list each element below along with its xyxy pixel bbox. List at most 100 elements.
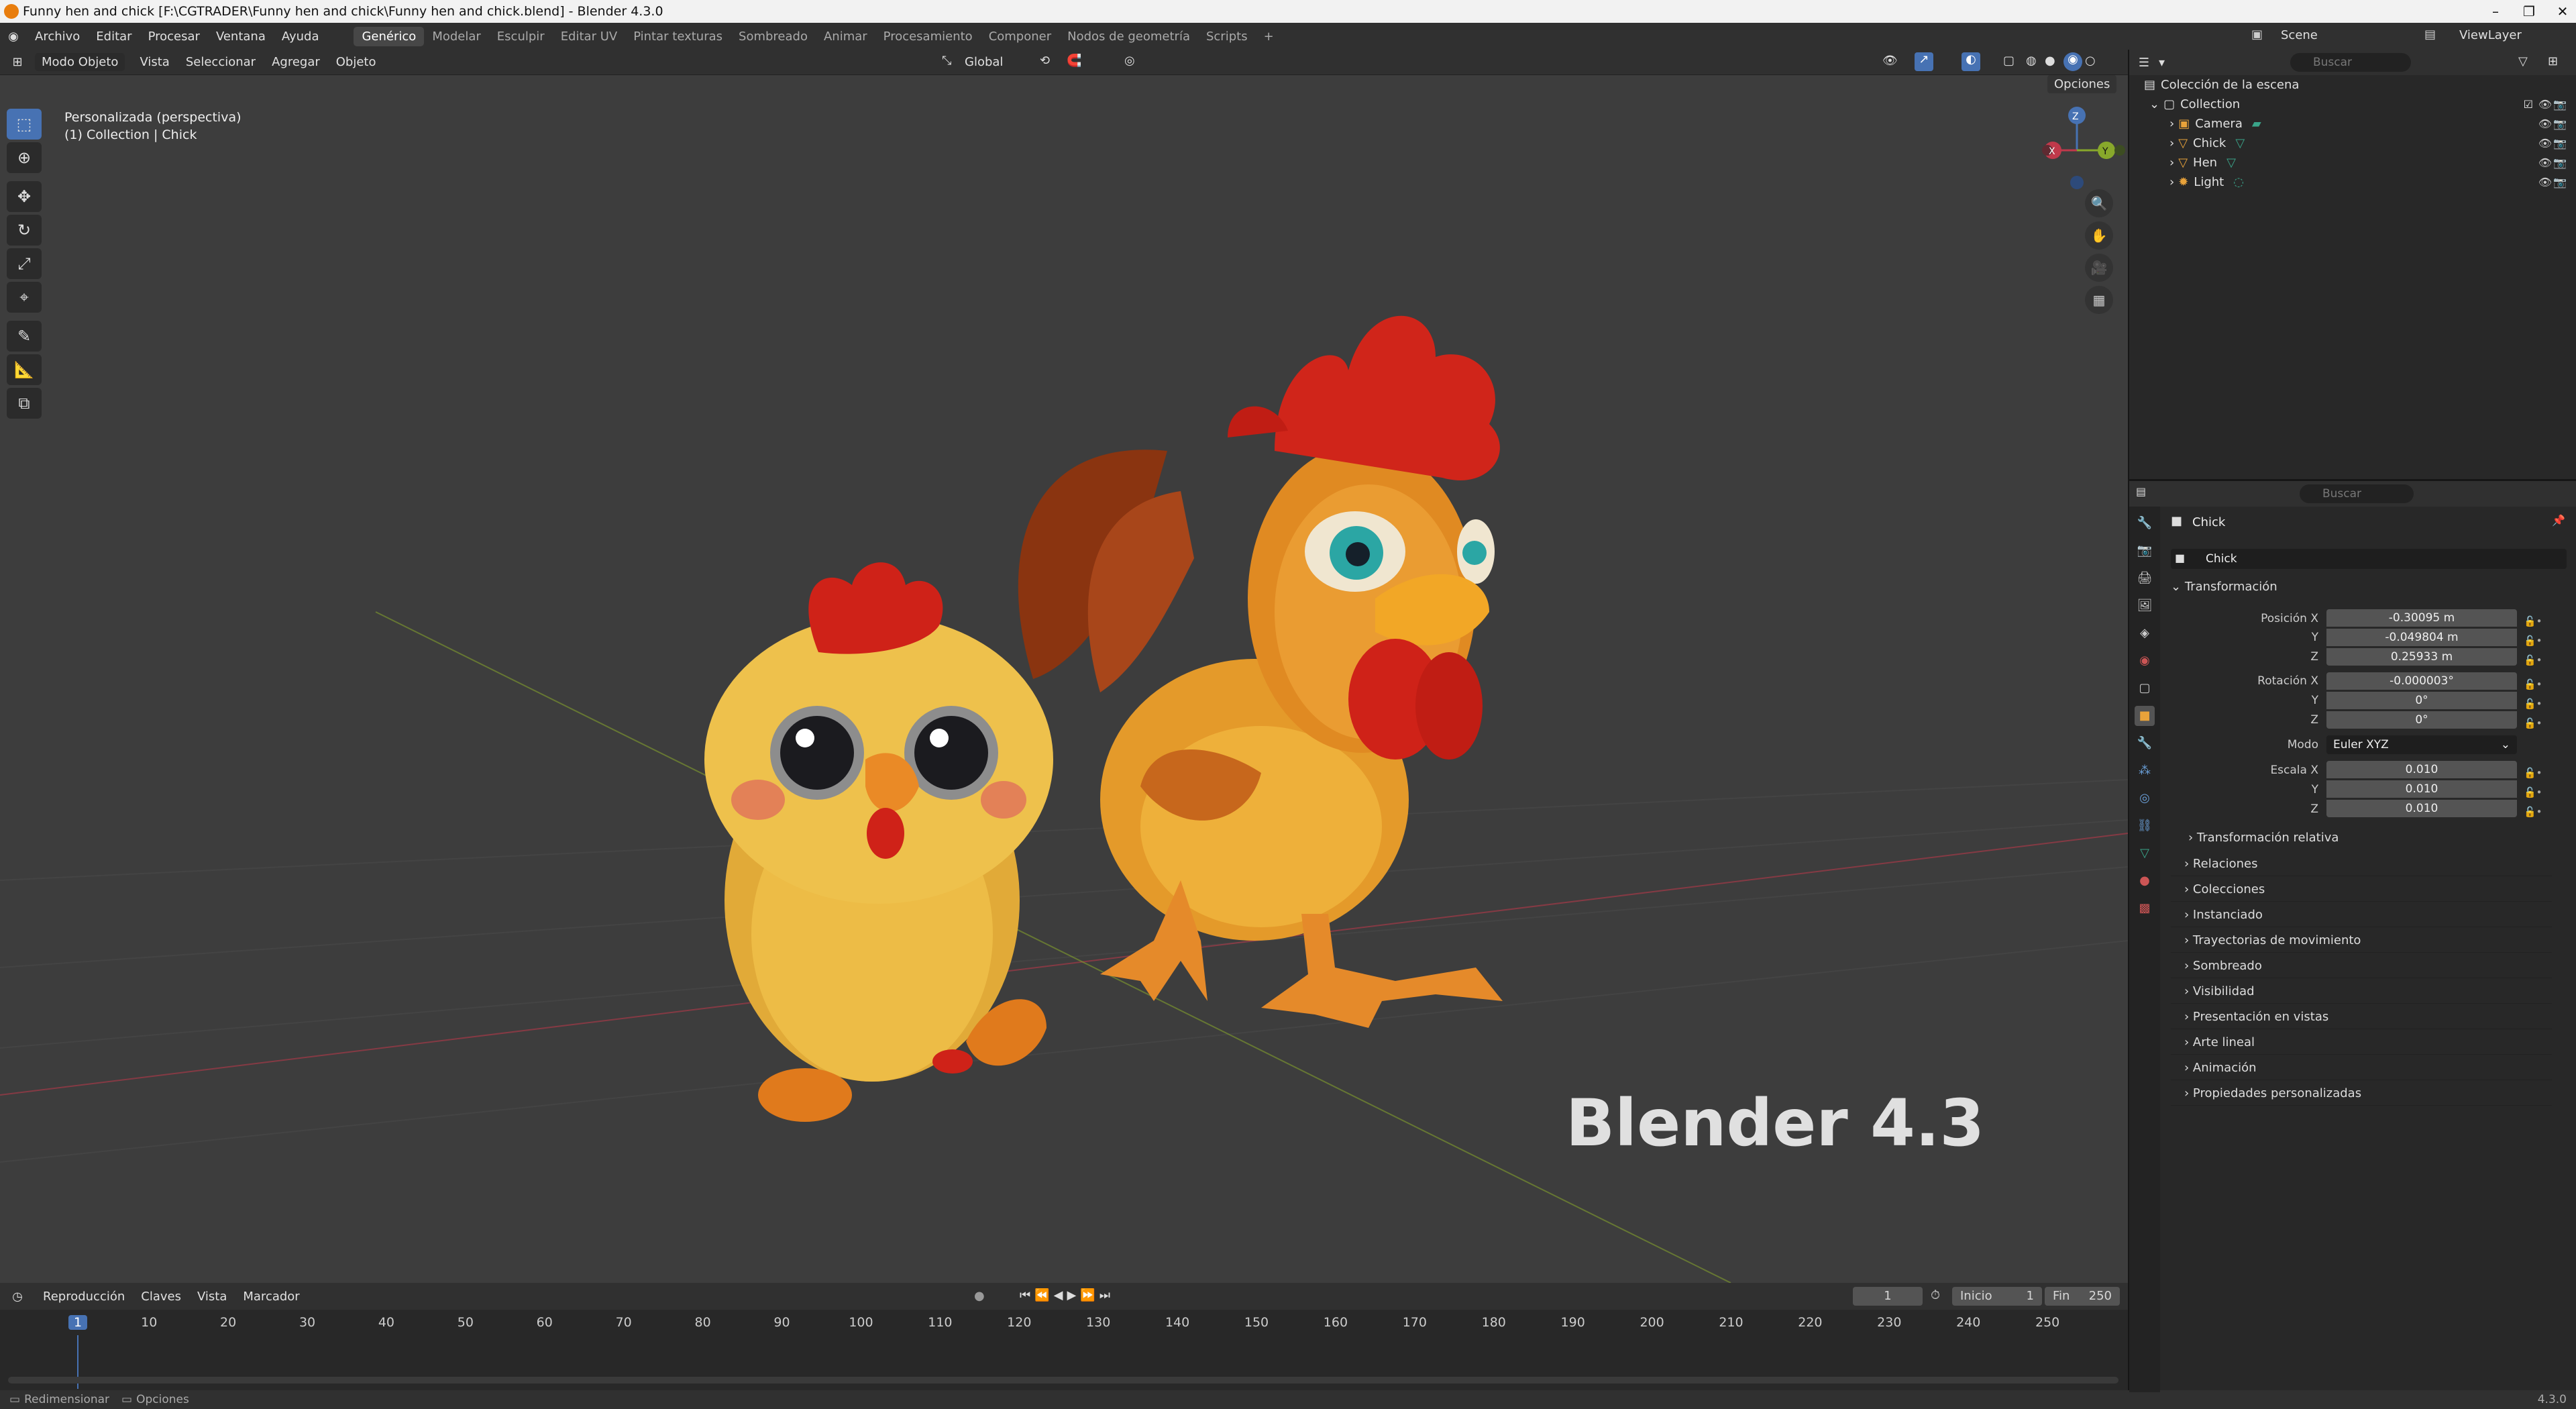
panel-presentación-en-vistas[interactable]: › Presentación en vistas <box>2171 1005 2552 1029</box>
ortho-grid-icon[interactable]: ▦ <box>2085 286 2113 314</box>
rotation-y-field[interactable]: 0° <box>2326 692 2517 709</box>
eye-icon[interactable]: 👁 <box>2538 176 2552 189</box>
transform-tool-icon[interactable]: ⌖ <box>7 282 42 313</box>
menu-editar[interactable]: Editar <box>88 30 140 44</box>
particles-tab-icon[interactable]: ⁂ <box>2135 761 2155 781</box>
chevron-down-icon[interactable]: ⌄ <box>2149 97 2159 111</box>
annotate-tool-icon[interactable]: ✎ <box>7 321 42 352</box>
panel-sombreado[interactable]: › Sombreado <box>2171 954 2552 978</box>
move-tool-icon[interactable]: ✥ <box>7 181 42 212</box>
menu-claves[interactable]: Claves <box>133 1290 189 1304</box>
rotation-z-field[interactable]: 0° <box>2326 711 2517 729</box>
new-collection-icon[interactable]: ⊞ <box>2548 54 2558 68</box>
lock-icons-rotation[interactable]: 🔓• 🔓• 🔓• <box>2524 675 2542 733</box>
display-mode-icon[interactable]: ▾ <box>2159 56 2186 70</box>
camera-restrict-icon[interactable]: 📷 <box>2553 117 2567 130</box>
playback-controls[interactable]: ⏮⏪◀▶⏩⏭ <box>1020 1288 1114 1302</box>
chick-model[interactable] <box>704 562 1053 1122</box>
tab-editar-uv[interactable]: Editar UV <box>553 27 626 46</box>
scene-selector[interactable]: Scene <box>2281 28 2318 42</box>
timeline-editor-icon[interactable]: ◷ <box>0 1290 35 1304</box>
timeline-scrollbar[interactable] <box>8 1377 2118 1384</box>
menu-ventana[interactable]: Ventana <box>208 30 274 44</box>
viewlayer-selector[interactable]: ViewLayer <box>2459 28 2522 42</box>
tab-modelar[interactable]: Modelar <box>424 27 488 46</box>
tab-animar[interactable]: Animar <box>816 27 875 46</box>
menu-reproduccion[interactable]: Reproducción <box>35 1290 133 1304</box>
object-datablock-icon[interactable]: ■ <box>2175 552 2185 564</box>
properties-editor-icon[interactable]: ▤ <box>2136 485 2146 498</box>
filter-icon[interactable]: ▽ <box>2518 54 2528 68</box>
zoom-icon[interactable]: 🔍 <box>2085 189 2113 217</box>
outliner-editor-icon[interactable]: ☰ <box>2129 56 2159 70</box>
outliner-item-light[interactable]: › ✹ Light ◌ 👁 📷 <box>2129 172 2576 192</box>
modifier-tab-icon[interactable]: 🔧 <box>2135 733 2155 753</box>
shading-material-icon[interactable]: ◉ <box>2063 52 2082 71</box>
tab-generico[interactable]: Genérico <box>354 26 425 46</box>
outliner-item-hen[interactable]: › ▽ Hen ▽ 👁 📷 <box>2129 153 2576 172</box>
tab-componer[interactable]: Componer <box>981 27 1059 46</box>
menu-procesar[interactable]: Procesar <box>140 30 208 44</box>
add-workspace-button[interactable]: + <box>1256 27 1282 46</box>
eye-icon[interactable]: 👁 <box>2538 117 2552 130</box>
xray-icon[interactable]: ▢ <box>2003 54 2015 68</box>
transform-panel-header[interactable]: ⌄ Transformación <box>2171 580 2277 594</box>
scale-z-field[interactable]: 0.010 <box>2326 800 2517 817</box>
panel-animación[interactable]: › Animación <box>2171 1056 2552 1080</box>
panel-trayectorias-de-movimiento[interactable]: › Trayectorias de movimiento <box>2171 929 2552 953</box>
scale-y-field[interactable]: 0.010 <box>2326 780 2517 798</box>
scale-tool-icon[interactable]: ⤢ <box>7 248 42 279</box>
constraints-tab-icon[interactable]: ⛓ <box>2135 816 2155 836</box>
lock-icons-scale[interactable]: 🔓• 🔓• 🔓• <box>2524 764 2542 822</box>
outliner-scene-collection[interactable]: ▤ Colección de la escena <box>2129 75 2576 95</box>
outliner-item-camera[interactable]: › ▣ Camera ▰ 👁 📷 <box>2129 114 2576 134</box>
proportional-edit-icon[interactable]: ◎ <box>1124 54 1135 68</box>
outliner-item-chick[interactable]: › ▽ Chick ▽ 👁 📷 <box>2129 134 2576 153</box>
tab-procesamiento[interactable]: Procesamiento <box>875 27 981 46</box>
render-tab-icon[interactable]: 📷 <box>2135 541 2155 561</box>
shading-wireframe-icon[interactable]: ◍ <box>2026 54 2037 68</box>
outliner-search-input[interactable]: Buscar <box>2290 53 2411 72</box>
physics-tab-icon[interactable]: ◎ <box>2135 788 2155 808</box>
scale-x-field[interactable]: 0.010 <box>2326 761 2517 778</box>
mode-select[interactable]: Modo Objeto <box>35 53 125 71</box>
chevron-right-icon[interactable]: › <box>2169 156 2174 170</box>
menu-tl-vista[interactable]: Vista <box>189 1290 235 1304</box>
location-z-field[interactable]: 0.25933 m <box>2326 648 2517 666</box>
pin-icon[interactable]: 📌 <box>2552 514 2565 527</box>
snap-icon[interactable]: 🧲 <box>1067 54 1081 68</box>
panel-instanciado[interactable]: › Instanciado <box>2171 903 2552 927</box>
texture-tab-icon[interactable]: ▩ <box>2135 898 2155 919</box>
panel-arte-lineal[interactable]: › Arte lineal <box>2171 1031 2552 1055</box>
camera-restrict-icon[interactable]: 📷 <box>2553 156 2567 169</box>
outliner-collection[interactable]: ⌄ ▢ Collection ☑ 👁 📷 <box>2129 95 2576 114</box>
location-y-field[interactable]: -0.049804 m <box>2326 629 2517 646</box>
chevron-right-icon[interactable]: › <box>2169 136 2174 150</box>
output-tab-icon[interactable]: 🖨 <box>2135 568 2155 588</box>
camera-restrict-icon[interactable]: 📷 <box>2553 176 2567 189</box>
autokey-icon[interactable]: ● <box>974 1289 985 1303</box>
menu-archivo[interactable]: Archivo <box>27 30 88 44</box>
menu-seleccionar[interactable]: Seleccionar <box>178 55 264 69</box>
shading-solid-icon[interactable]: ● <box>2045 54 2055 68</box>
eye-icon[interactable]: 👁 <box>2538 156 2552 169</box>
collection-checkbox[interactable]: ☑ <box>2524 98 2533 111</box>
lock-icons[interactable]: 🔓• 🔓• 🔓• <box>2524 612 2542 670</box>
panel-colecciones[interactable]: › Colecciones <box>2171 878 2552 902</box>
gizmo-toggle-icon[interactable]: ↗ <box>1915 52 1933 71</box>
camera-restrict-icon[interactable]: 📷 <box>2553 137 2567 150</box>
panel-relaciones[interactable]: › Relaciones <box>2171 852 2552 876</box>
camera-restrict-icon[interactable]: 📷 <box>2553 98 2567 111</box>
tab-esculpir[interactable]: Esculpir <box>489 27 553 46</box>
add-cube-tool-icon[interactable]: ⧉ <box>7 388 42 419</box>
scene-tab-icon[interactable]: ◈ <box>2135 623 2155 643</box>
editor-type-icon[interactable]: ⊞ <box>0 55 35 69</box>
current-frame-field[interactable]: 1 <box>1853 1287 1923 1306</box>
rotation-mode-select[interactable]: Euler XYZ ⌄ <box>2326 735 2517 754</box>
rotation-x-field[interactable]: -0.000003° <box>2326 672 2517 690</box>
panel-visibilidad[interactable]: › Visibilidad <box>2171 980 2552 1004</box>
rotate-tool-icon[interactable]: ↻ <box>7 215 42 246</box>
view-layer-tab-icon[interactable]: 🖼 <box>2135 596 2155 616</box>
menu-marcador[interactable]: Marcador <box>235 1290 307 1304</box>
tab-sombreado[interactable]: Sombreado <box>731 27 816 46</box>
